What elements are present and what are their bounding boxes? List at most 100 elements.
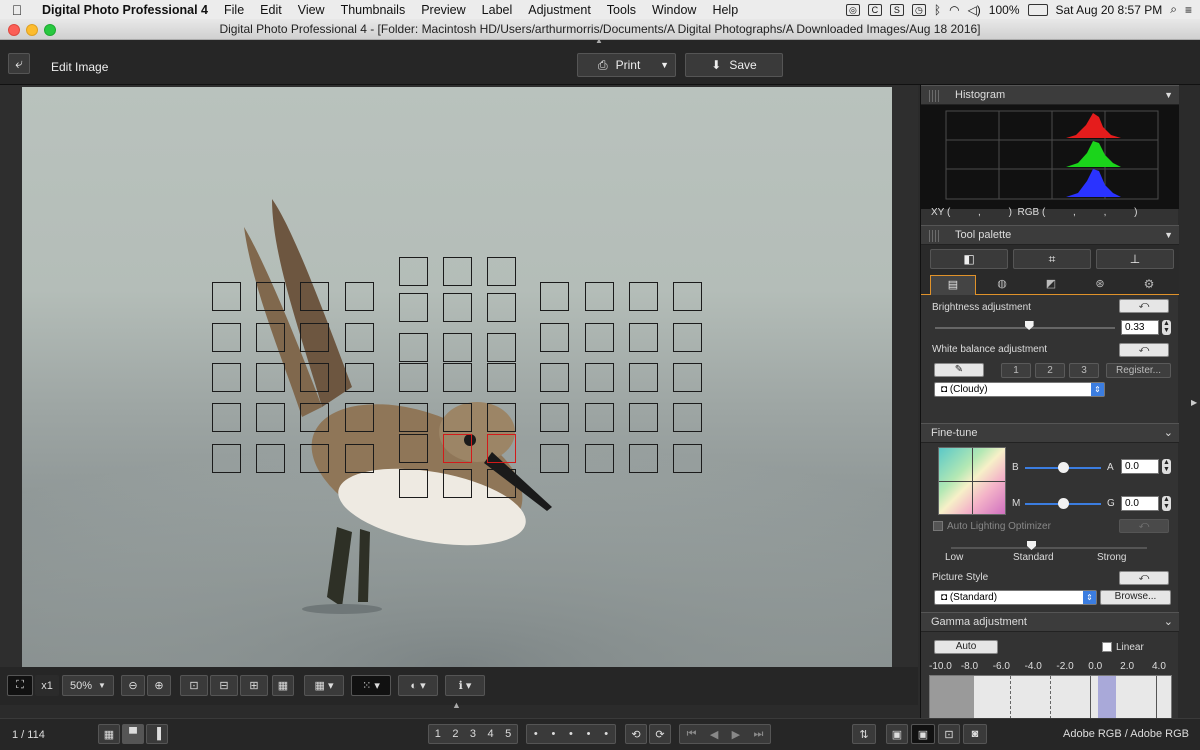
- filmstrip-side-button[interactable]: ▐: [146, 724, 168, 744]
- rotate-right-button[interactable]: ⟳: [649, 724, 671, 744]
- fine-tune-g-stepper[interactable]: ▲ ▼: [1162, 496, 1171, 511]
- c-icon[interactable]: C: [867, 3, 882, 16]
- rating-2-button[interactable]: 2: [452, 728, 458, 740]
- photo-preview[interactable]: [22, 87, 892, 667]
- picture-style-reset-button[interactable]: ⤺: [1119, 571, 1169, 585]
- apple-icon[interactable]: : [0, 2, 34, 18]
- grid-overlay-button[interactable]: ▦ ▾: [304, 675, 344, 696]
- brightness-slider[interactable]: [935, 327, 1115, 329]
- highlight-warning-button[interactable]: ◐ ▾: [398, 675, 438, 696]
- rating-4-button[interactable]: 4: [488, 728, 494, 740]
- label-dot-3[interactable]: •: [569, 728, 573, 740]
- menu-thumbnails[interactable]: Thumbnails: [333, 3, 414, 17]
- rating-5-button[interactable]: 5: [505, 728, 511, 740]
- alo-checkbox[interactable]: [933, 521, 943, 531]
- print-button[interactable]: ⎙ Print ▼: [577, 53, 676, 77]
- print-dropdown-icon[interactable]: ▼: [660, 60, 669, 70]
- ba-slider-thumb[interactable]: [1058, 462, 1069, 473]
- histogram-collapse-icon[interactable]: ▼: [1164, 86, 1173, 105]
- menubar-clock[interactable]: Sat Aug 20 8:57 PM: [1056, 3, 1163, 17]
- compare-horizontal-button[interactable]: ⊟: [210, 675, 238, 696]
- minimize-window-button[interactable]: [26, 24, 38, 36]
- last-image-icon[interactable]: ⏭: [753, 728, 763, 741]
- menu-view[interactable]: View: [290, 3, 333, 17]
- zoom-select[interactable]: 50% ▼: [62, 675, 114, 696]
- crop-tool-button[interactable]: ⌗: [1013, 249, 1091, 269]
- menu-label[interactable]: Label: [474, 3, 521, 17]
- alo-slider[interactable]: [951, 547, 1147, 549]
- tone-curve-tool-button[interactable]: ◧: [930, 249, 1008, 269]
- save-button[interactable]: ⬇ Save: [685, 53, 783, 77]
- bluetooth-icon[interactable]: ᛒ: [934, 3, 941, 17]
- battery-percent[interactable]: 100%: [989, 3, 1020, 17]
- rotate-left-button[interactable]: ⟲: [625, 724, 647, 744]
- af-point-button[interactable]: ⁙ ▾: [351, 675, 391, 696]
- color-fine-tune-grid[interactable]: [938, 447, 1006, 515]
- notification-center-icon[interactable]: ≡: [1185, 3, 1192, 17]
- panel-layout-1-button[interactable]: ▣: [886, 724, 908, 744]
- eyedropper-button[interactable]: ✎: [934, 363, 984, 377]
- fit-to-window-button[interactable]: ⛶: [7, 675, 33, 696]
- menu-adjustment[interactable]: Adjustment: [520, 3, 599, 17]
- info-button[interactable]: ℹ ▾: [445, 675, 485, 696]
- rating-3-button[interactable]: 3: [470, 728, 476, 740]
- back-button[interactable]: ⤶: [8, 53, 30, 74]
- single-view-button[interactable]: ⊡: [180, 675, 208, 696]
- menu-edit[interactable]: Edit: [252, 3, 290, 17]
- collapse-toolbar-icon[interactable]: ▲: [595, 36, 603, 45]
- volume-icon[interactable]: ◁): [968, 3, 981, 17]
- tool-palette-collapse-icon[interactable]: ▼: [1164, 226, 1173, 245]
- tab-tone[interactable]: ◩: [1028, 275, 1074, 295]
- fine-tune-header[interactable]: Fine-tune ⌄: [921, 423, 1179, 443]
- menu-window[interactable]: Window: [644, 3, 704, 17]
- first-image-icon[interactable]: ⏮: [687, 728, 697, 741]
- zoom-out-button[interactable]: ⊖: [121, 675, 145, 696]
- wb-preset-3[interactable]: 3: [1069, 363, 1099, 378]
- panel-layout-3-button[interactable]: ⊡: [938, 724, 960, 744]
- picture-style-select[interactable]: ◘ (Standard) ⇕: [934, 590, 1097, 605]
- next-image-icon[interactable]: ▶: [732, 728, 740, 741]
- creative-cloud-icon[interactable]: ◎: [845, 3, 860, 16]
- capture-button[interactable]: ◙: [963, 724, 987, 744]
- brightness-stepper[interactable]: ▲ ▼: [1162, 320, 1171, 335]
- wb-preset-1[interactable]: 1: [1001, 363, 1031, 378]
- histogram-header[interactable]: Histogram ▼: [921, 85, 1179, 105]
- prev-image-icon[interactable]: ◀: [710, 728, 718, 741]
- label-dot-2[interactable]: •: [551, 728, 555, 740]
- zoom-in-button[interactable]: ⊕: [147, 675, 171, 696]
- grid-view-button[interactable]: ▦: [272, 675, 294, 696]
- menu-file[interactable]: File: [216, 3, 252, 17]
- tab-basic[interactable]: ▤: [930, 275, 976, 295]
- label-dot-5[interactable]: •: [604, 728, 608, 740]
- brightness-reset-button[interactable]: ⤺: [1119, 299, 1169, 313]
- gamma-auto-button[interactable]: Auto: [934, 640, 998, 654]
- zoom-window-button[interactable]: [44, 24, 56, 36]
- white-balance-reset-button[interactable]: ⤺: [1119, 343, 1169, 357]
- menu-preview[interactable]: Preview: [413, 3, 473, 17]
- panel-expand-icon[interactable]: ▶: [1191, 398, 1197, 407]
- wb-register-button[interactable]: Register...: [1106, 363, 1171, 378]
- filmstrip-expand-icon[interactable]: ▲: [452, 700, 461, 710]
- compare-vertical-button[interactable]: ⊞: [240, 675, 268, 696]
- rating-1-button[interactable]: 1: [435, 728, 441, 740]
- brightness-value-input[interactable]: 0.33: [1121, 320, 1159, 335]
- image-viewer[interactable]: [0, 85, 918, 667]
- tool-palette-header[interactable]: Tool palette ▼: [921, 225, 1179, 245]
- linear-checkbox[interactable]: [1102, 642, 1112, 652]
- fine-tune-a-stepper[interactable]: ▲ ▼: [1162, 459, 1171, 474]
- fine-tune-g-input[interactable]: 0.0: [1121, 496, 1159, 511]
- menu-tools[interactable]: Tools: [599, 3, 644, 17]
- menu-help[interactable]: Help: [704, 3, 746, 17]
- white-balance-select[interactable]: ◘ (Cloudy) ⇕: [934, 382, 1105, 397]
- stamp-tool-button[interactable]: ⊥: [1096, 249, 1174, 269]
- fine-tune-collapse-icon[interactable]: ⌄: [1164, 424, 1173, 443]
- menu-app-name[interactable]: Digital Photo Professional 4: [34, 3, 216, 17]
- label-dot-1[interactable]: •: [534, 728, 538, 740]
- spotlight-icon[interactable]: ⌕: [1170, 2, 1177, 17]
- wifi-icon[interactable]: ◠: [949, 3, 959, 17]
- gamma-header[interactable]: Gamma adjustment ⌄: [921, 612, 1179, 632]
- s-icon[interactable]: S: [889, 3, 904, 16]
- actual-size-button[interactable]: x1: [35, 675, 59, 696]
- label-dot-4[interactable]: •: [587, 728, 591, 740]
- tab-settings[interactable]: ⚙: [1126, 275, 1172, 295]
